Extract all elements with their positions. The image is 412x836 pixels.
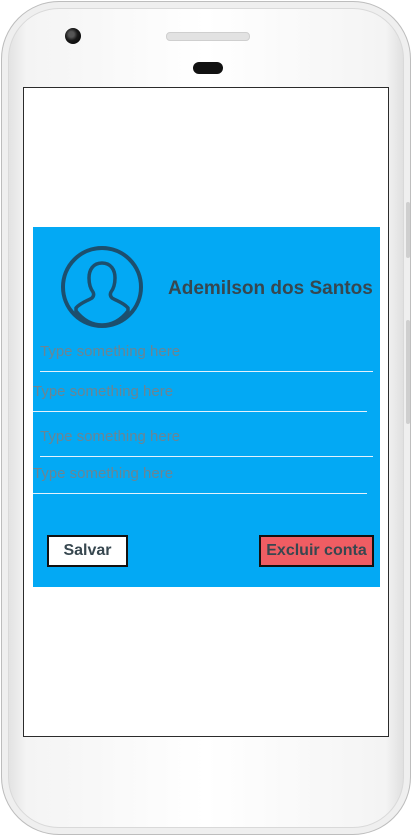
volume-rocker bbox=[406, 320, 410, 424]
profile-field-3[interactable] bbox=[40, 421, 373, 457]
power-button bbox=[406, 202, 410, 258]
front-camera bbox=[65, 28, 81, 44]
profile-field-1[interactable] bbox=[40, 336, 373, 372]
save-button[interactable]: Salvar bbox=[47, 535, 128, 567]
user-avatar-icon bbox=[61, 246, 143, 328]
profile-field-4[interactable] bbox=[33, 458, 367, 494]
proximity-sensor bbox=[193, 62, 223, 74]
delete-account-button[interactable]: Excluir conta bbox=[259, 535, 374, 567]
profile-field-2[interactable] bbox=[33, 376, 367, 412]
profile-name: Ademilson dos Santos bbox=[168, 278, 373, 299]
earpiece-speaker bbox=[166, 32, 250, 41]
